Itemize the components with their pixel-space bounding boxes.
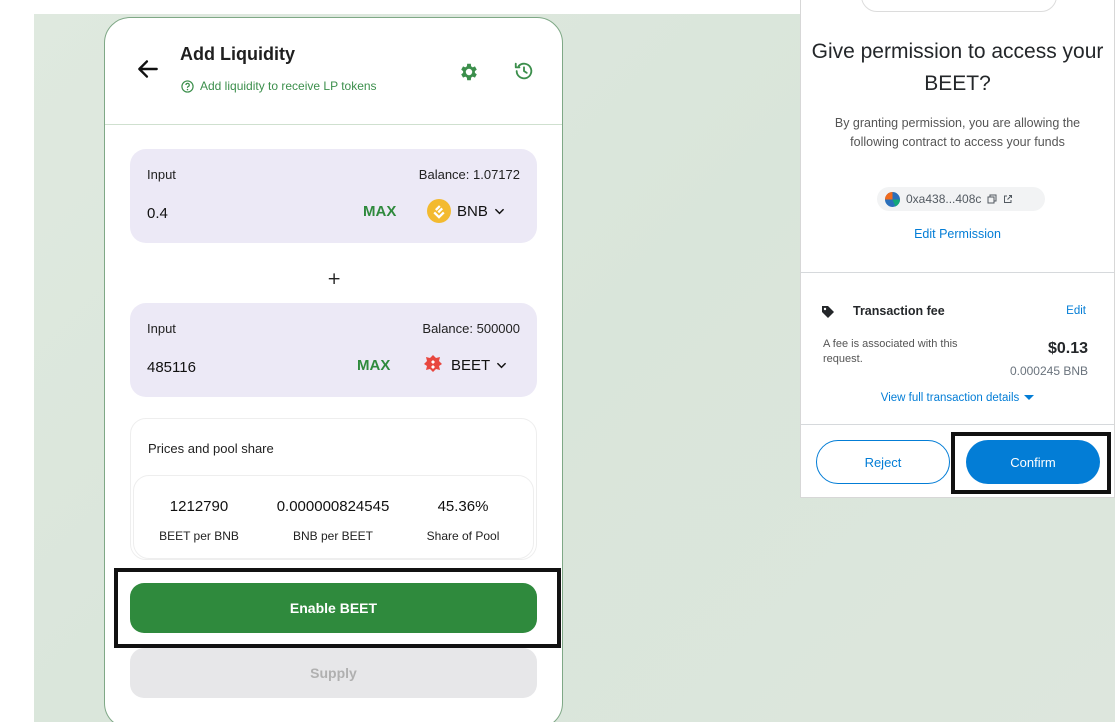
subtitle-text: Add liquidity to receive LP tokens [200,79,377,93]
token-symbol: BNB [457,202,488,220]
permission-title: Give permission to access your BEET? [811,40,1104,95]
max-button[interactable]: MAX [363,203,396,220]
wallet-permission-popup: Give permission to access your BEET? By … [800,0,1115,498]
permission-description: By granting permission, you are allowing… [834,116,1081,149]
input-label: Input [147,167,176,182]
confirm-button[interactable]: Confirm [966,440,1100,484]
help-icon[interactable] [181,79,194,93]
input-panel-bnb: Input Balance: 1.07172 0.4 MAX BNB [130,149,537,243]
page-title: Add Liquidity [180,44,295,64]
edit-permission-link[interactable]: Edit Permission [801,227,1114,241]
address-avatar-icon [885,191,900,207]
share-of-pool: 45.36% Share of Pool [388,498,538,543]
fee-usd-amount: $0.13 [1047,340,1088,357]
token-select-beet[interactable]: BEET [421,353,507,377]
back-arrow-icon[interactable] [135,56,161,82]
view-details-text: View full transaction details [880,392,1020,404]
settings-gear-icon[interactable] [458,61,480,83]
reject-button[interactable]: Reject [816,440,950,484]
site-origin-pill [861,0,1057,12]
price-bnb-per-beet: 0.000000824545 BNB per BEET [258,498,408,543]
chevron-down-icon [497,362,507,368]
price-beet-per-bnb: 1212790 BEET per BNB [124,498,274,543]
divider [801,272,1114,273]
balance-text: Balance: 500000 [422,321,520,336]
copy-icon[interactable] [987,194,997,204]
page-subtitle: Add liquidity to receive LP tokens [181,79,377,93]
price-label: BEET per BNB [159,529,239,543]
balance-text: Balance: 1.07172 [418,167,520,182]
max-button[interactable]: MAX [357,357,390,374]
price-value: 1212790 [169,498,229,515]
token-symbol: BEET [451,356,491,374]
enable-beet-button[interactable]: Enable BEET [130,583,537,633]
token-select-bnb[interactable]: BNB [427,199,505,223]
external-link-icon[interactable] [1003,194,1013,204]
supply-button[interactable]: Supply [130,648,537,698]
price-label: Share of Pool [426,529,500,543]
contract-address: 0xa438...408c [906,192,982,206]
fee-bnb-amount: 0.000245 BNB [1009,364,1088,378]
divider [801,424,1114,425]
add-liquidity-card: Add Liquidity Add liquidity to receive L… [104,17,563,722]
price-value: 45.36% [437,498,489,515]
input-label: Input [147,321,176,336]
prices-grid: 1212790 BEET per BNB 0.000000824545 BNB … [133,475,534,559]
input-panel-beet: Input Balance: 500000 485116 MAX BEET [130,303,537,397]
caret-down-icon [1024,395,1035,401]
beet-token-icon [424,355,442,372]
price-value: 0.000000824545 [276,498,390,515]
prices-and-pool-share: Prices and pool share 1212790 BEET per B… [130,418,537,560]
chevron-down-icon [494,208,504,214]
view-full-details-link[interactable]: View full transaction details [801,392,1114,404]
fee-description: A fee is associated with this request. [823,338,958,365]
prices-title: Prices and pool share [148,441,274,456]
tag-icon [822,306,834,318]
price-label: BNB per BEET [292,529,374,543]
transaction-fee-title: Transaction fee [853,304,945,318]
contract-address-pill: 0xa438...408c [877,187,1045,211]
plus-sign: + [327,269,342,289]
bnb-token-icon [427,199,451,223]
fee-edit-link[interactable]: Edit [1066,305,1086,317]
amount-input[interactable]: 0.4 [147,205,168,222]
history-icon[interactable] [513,60,535,82]
amount-input[interactable]: 485116 [147,359,196,376]
card-header: Add Liquidity Add liquidity to receive L… [105,18,562,125]
